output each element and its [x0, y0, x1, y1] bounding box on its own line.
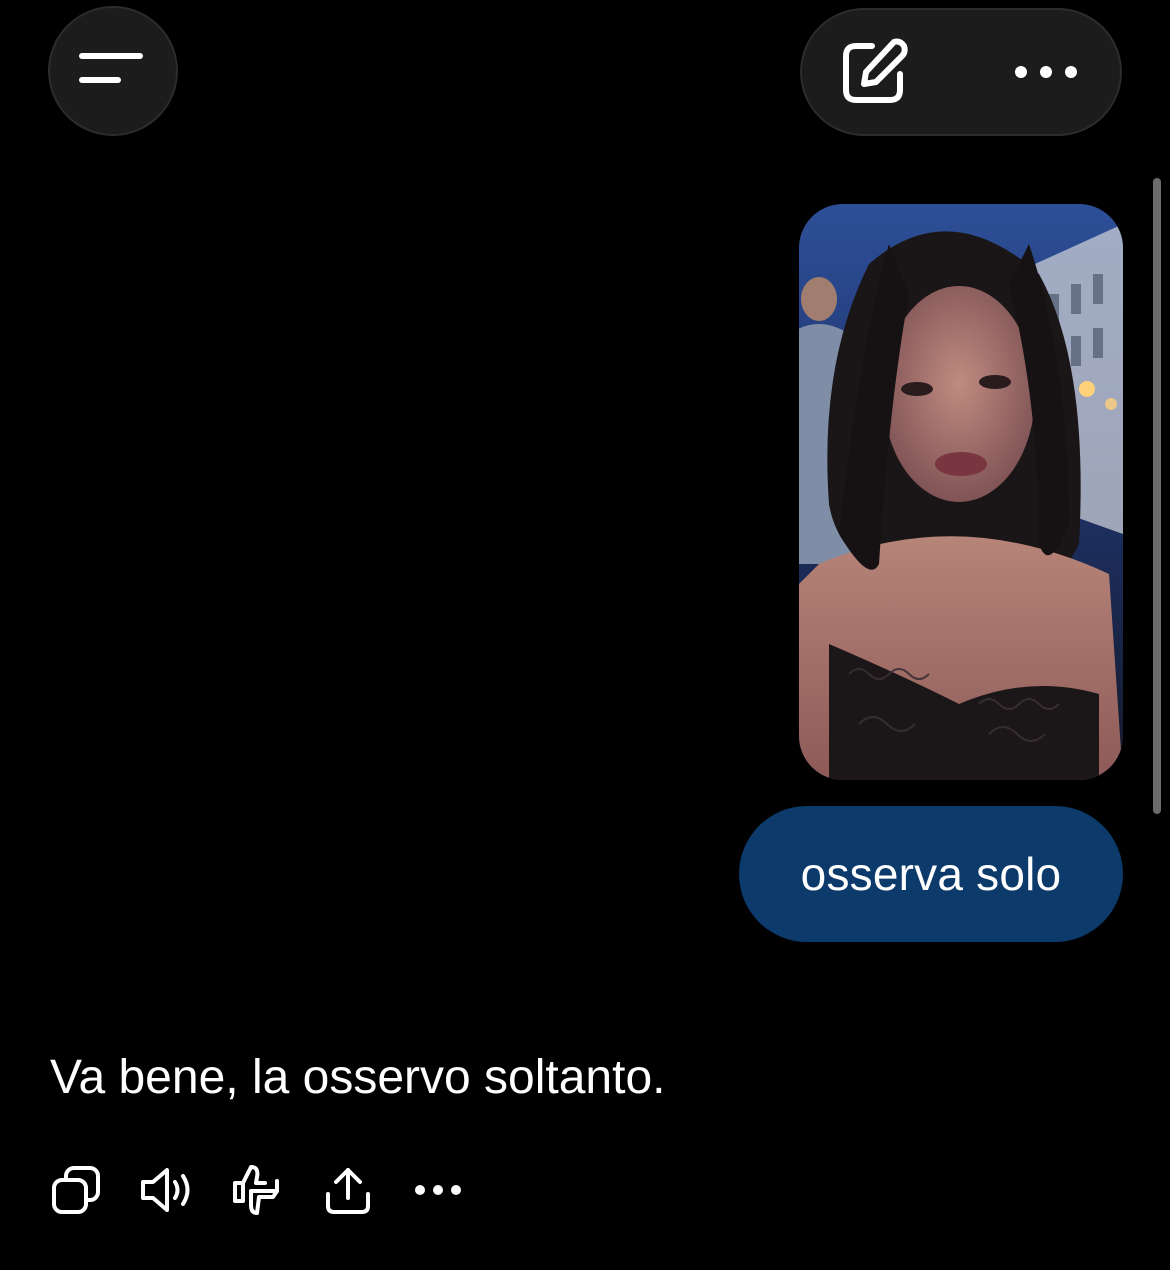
- new-chat-button[interactable]: [836, 36, 912, 112]
- header-actions: [800, 8, 1122, 136]
- menu-button[interactable]: [48, 6, 178, 136]
- more-icon: [1011, 62, 1081, 87]
- feedback-icon: [229, 1161, 287, 1224]
- user-image-attachment[interactable]: [799, 204, 1123, 780]
- share-icon: [322, 1164, 374, 1221]
- scrollbar[interactable]: [1153, 178, 1161, 814]
- user-message-bubble[interactable]: osserva solo: [739, 806, 1123, 942]
- chat-screen: osserva solo Va bene, la osservo soltant…: [0, 0, 1170, 1270]
- edit-icon: [838, 36, 910, 113]
- read-aloud-button[interactable]: [136, 1160, 196, 1224]
- menu-icon: [78, 44, 148, 99]
- copy-button[interactable]: [46, 1160, 106, 1224]
- more-options-button[interactable]: [1006, 36, 1086, 112]
- message-more-button[interactable]: [408, 1160, 468, 1224]
- assistant-message-text: Va bene, la osservo soltanto.: [50, 1051, 666, 1104]
- photo-image: [799, 204, 1123, 780]
- feedback-button[interactable]: [228, 1160, 288, 1224]
- copy-icon: [50, 1164, 102, 1221]
- more-icon: [413, 1183, 463, 1202]
- share-button[interactable]: [318, 1160, 378, 1224]
- read-aloud-icon: [137, 1164, 195, 1221]
- user-message-text: osserva solo: [800, 848, 1062, 900]
